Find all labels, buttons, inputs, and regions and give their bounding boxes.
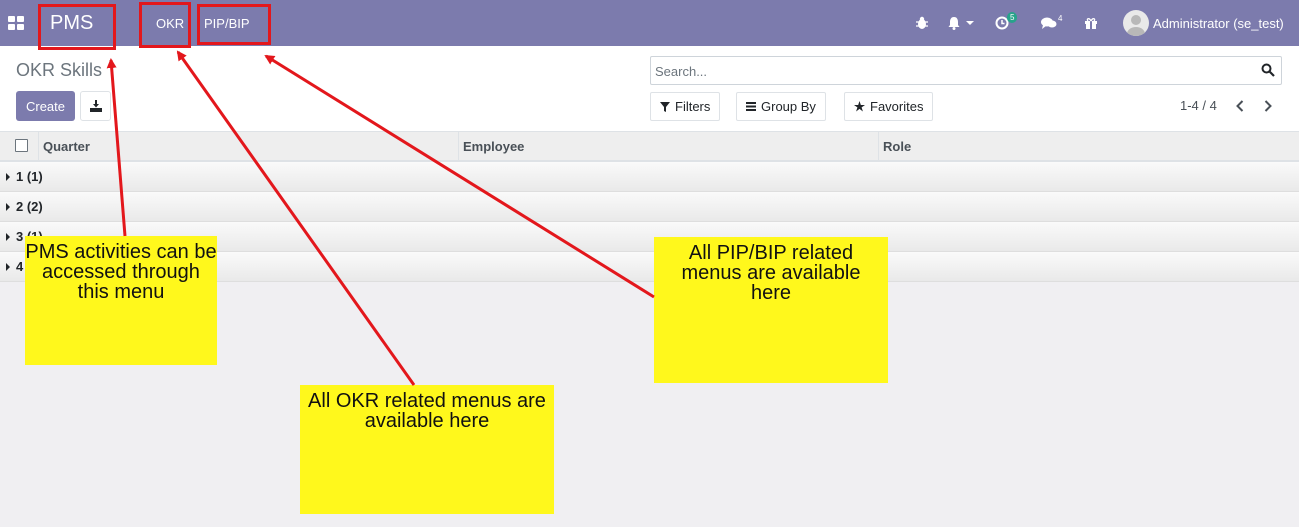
caret-right-icon [6, 172, 10, 181]
download-button[interactable] [80, 91, 111, 121]
messages-icon[interactable] [1041, 0, 1057, 46]
favorites-button[interactable]: Favorites [844, 92, 934, 121]
bug-icon[interactable] [915, 0, 929, 46]
star-icon [854, 101, 865, 112]
group-by-label: Group By [761, 99, 816, 114]
pager-value[interactable]: 1-4 / 4 [1180, 98, 1217, 113]
list-header: Quarter Employee Role [0, 132, 1299, 162]
user-avatar[interactable] [1123, 10, 1149, 36]
highlight-box-pms [38, 4, 116, 50]
caret-right-icon [6, 202, 10, 211]
download-icon [89, 100, 102, 112]
search-box [650, 56, 1282, 85]
gift-icon[interactable] [1084, 0, 1098, 46]
annotation-note-pms: PMS activities can be accessed through t… [25, 236, 217, 365]
column-header-role[interactable]: Role [878, 132, 1299, 160]
chevron-left-icon [1236, 100, 1244, 112]
highlight-box-pip-bip [197, 4, 271, 45]
group-by-button[interactable]: Group By [736, 92, 826, 121]
search-icon[interactable] [1261, 63, 1275, 80]
column-header-quarter[interactable]: Quarter [38, 132, 459, 160]
apps-grid-icon[interactable] [8, 0, 28, 46]
highlight-box-okr [139, 2, 191, 48]
column-header-employee[interactable]: Employee [458, 132, 879, 160]
list-icon [746, 102, 756, 111]
caret-right-icon [6, 262, 10, 271]
group-label: 1 (1) [16, 169, 43, 184]
group-row[interactable]: 1 (1) [0, 162, 1299, 192]
group-row[interactable]: 2 (2) [0, 192, 1299, 222]
activity-count-badge: 5 [1007, 12, 1018, 23]
filters-button[interactable]: Filters [650, 92, 721, 121]
pager-next-button[interactable] [1262, 99, 1274, 113]
bell-icon[interactable] [947, 0, 961, 46]
breadcrumb: OKR Skills [16, 60, 103, 80]
select-all-checkbox[interactable] [15, 139, 28, 152]
search-input[interactable] [655, 61, 1255, 81]
filter-icon [660, 101, 670, 112]
group-label: 2 (2) [16, 199, 43, 214]
create-button[interactable]: Create [16, 91, 75, 121]
control-panel: OKR Skills Create Filters Group By Favor… [0, 46, 1299, 132]
top-navbar: PMS OKR PIP/BIP 5 4 Administrator (se_te… [0, 0, 1299, 46]
pager-previous-button[interactable] [1234, 99, 1246, 113]
annotation-note-pip-bip: All PIP/BIP related menus are available … [654, 237, 888, 383]
caret-right-icon [6, 232, 10, 241]
chevron-down-icon[interactable] [966, 0, 974, 46]
message-count: 4 [1058, 14, 1063, 23]
activity-clock-icon[interactable] [995, 0, 1009, 46]
user-menu[interactable]: Administrator (se_test) [1153, 0, 1284, 46]
chevron-right-icon [1264, 100, 1272, 112]
filters-label: Filters [675, 99, 711, 114]
favorites-label: Favorites [870, 99, 924, 114]
annotation-note-okr: All OKR related menus are available here [300, 385, 554, 514]
